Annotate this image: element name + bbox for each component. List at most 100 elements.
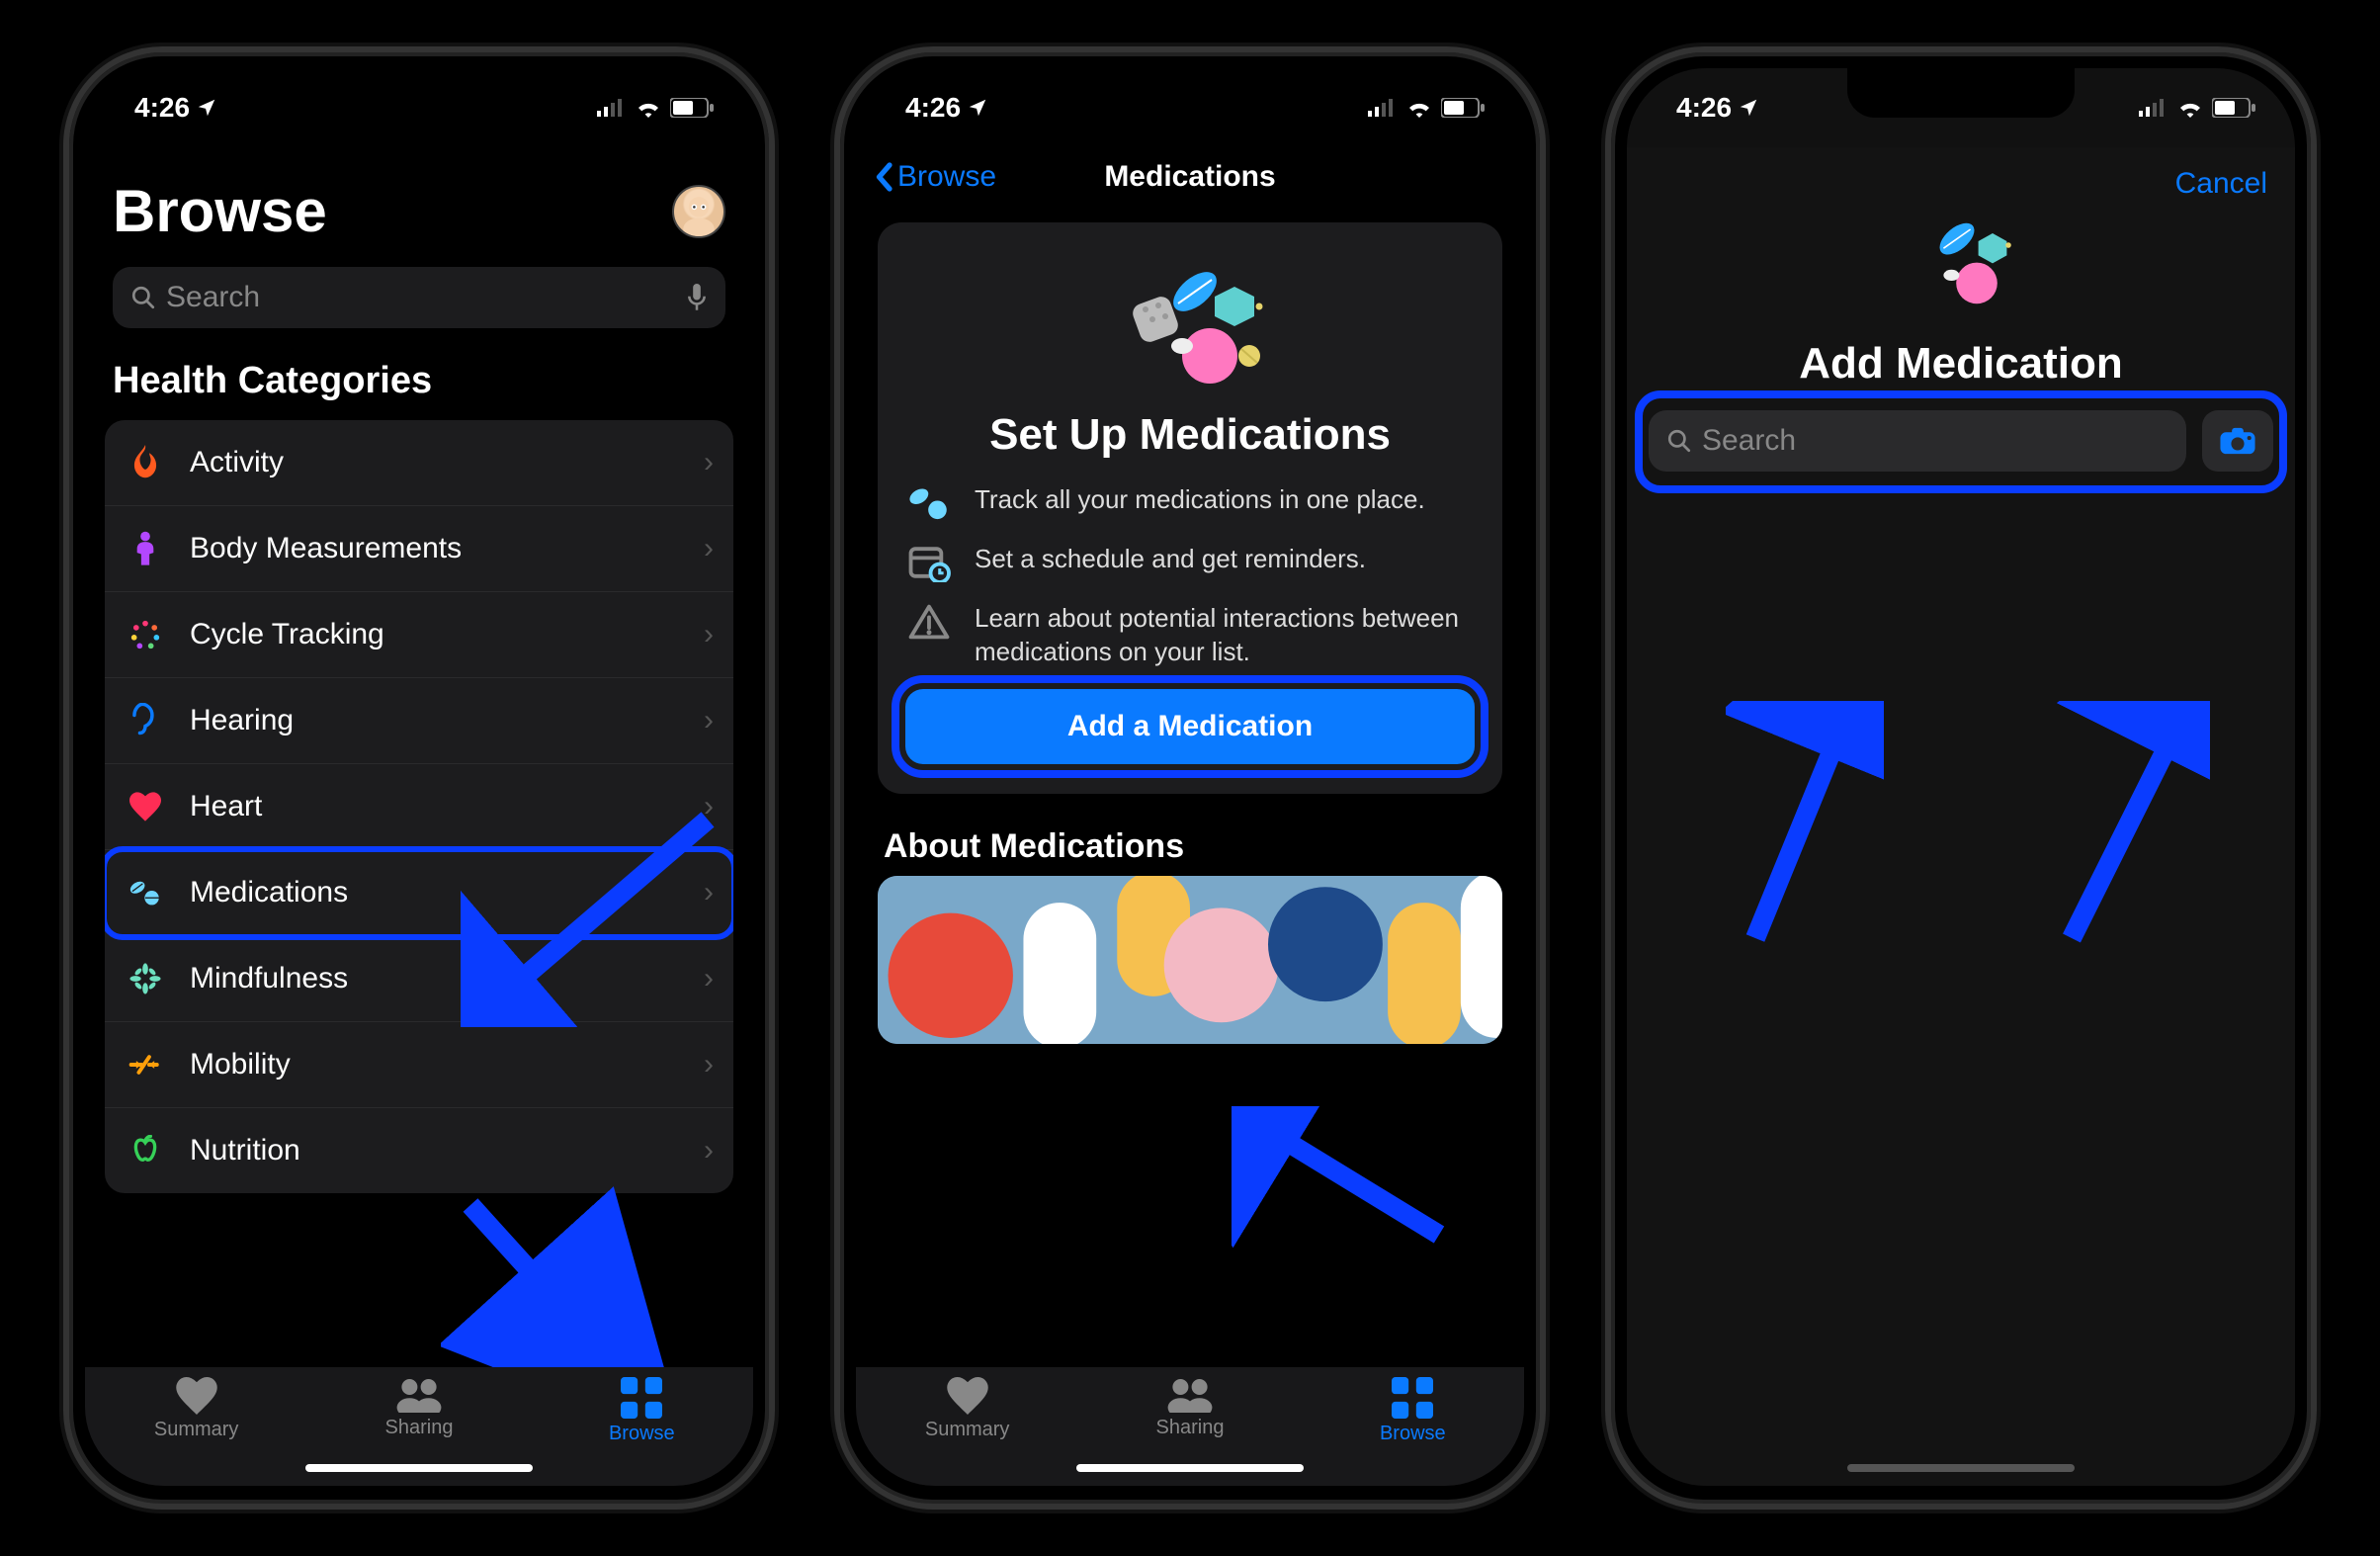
chevron-right-icon: › (704, 532, 714, 565)
battery-icon (2212, 98, 2255, 118)
annotation-arrow (2042, 701, 2210, 958)
wifi-icon (635, 98, 662, 118)
tab-browse[interactable]: Browse (597, 1377, 686, 1445)
warning-icon (905, 602, 953, 642)
wifi-icon (1405, 98, 1433, 118)
about-title: About Medications (856, 810, 1524, 876)
feature-schedule: Set a schedule and get reminders. (905, 543, 1475, 582)
row-mobility[interactable]: Mobility › (105, 1022, 733, 1108)
heart-fill-icon (176, 1377, 217, 1415)
ear-icon (125, 700, 166, 741)
location-icon (967, 97, 988, 119)
tab-label: Summary (925, 1419, 1010, 1441)
row-label: Mindfulness (190, 962, 348, 995)
annotation-arrow (1232, 1106, 1459, 1254)
pills-hero-icon (1627, 211, 2295, 319)
search-icon (1666, 428, 1692, 454)
wifi-icon (2176, 98, 2204, 118)
mobility-icon (125, 1044, 166, 1085)
home-indicator[interactable] (1076, 1464, 1304, 1472)
battery-icon (1441, 98, 1485, 118)
phone-1: 4:26 Browse Health Categories (63, 46, 775, 1510)
chevron-right-icon: › (704, 1048, 714, 1081)
about-illustration[interactable] (878, 876, 1502, 1044)
button-label: Add a Medication (1067, 710, 1313, 743)
phone-2: 4:26 Browse Medications (834, 46, 1546, 1510)
grid-icon (621, 1377, 662, 1419)
row-label: Hearing (190, 704, 294, 737)
add-medication-button[interactable]: Add a Medication (905, 689, 1475, 764)
row-body-measurements[interactable]: Body Measurements › (105, 506, 733, 592)
search-input[interactable] (166, 281, 676, 314)
row-heart[interactable]: Heart › (105, 764, 733, 850)
mic-icon[interactable] (686, 284, 708, 311)
card-title: Set Up Medications (905, 410, 1475, 460)
notch (1076, 68, 1304, 118)
calendar-clock-icon (905, 543, 953, 582)
row-label: Medications (190, 876, 348, 909)
row-label: Activity (190, 446, 284, 479)
tab-summary[interactable]: Summary (923, 1377, 1012, 1441)
camera-button[interactable] (2202, 410, 2273, 472)
heart-icon (125, 786, 166, 827)
profile-avatar[interactable] (672, 185, 725, 238)
search-icon (130, 285, 156, 310)
back-button[interactable]: Browse (874, 160, 996, 194)
row-hearing[interactable]: Hearing › (105, 678, 733, 764)
search-bar[interactable] (113, 267, 725, 328)
page-title: Browse (113, 177, 327, 245)
row-label: Nutrition (190, 1134, 300, 1167)
person-icon (125, 528, 166, 569)
tab-label: Browse (609, 1423, 675, 1445)
pills-icon (905, 483, 953, 523)
pills-hero-icon (905, 262, 1475, 390)
row-medications[interactable]: Medications › (105, 850, 733, 936)
chevron-right-icon: › (704, 962, 714, 995)
chevron-right-icon: › (704, 704, 714, 737)
location-icon (196, 97, 217, 119)
pills-icon (125, 872, 166, 913)
chevron-right-icon: › (704, 446, 714, 479)
tab-browse[interactable]: Browse (1368, 1377, 1457, 1445)
home-indicator[interactable] (1847, 1464, 2075, 1472)
status-time: 4:26 (1676, 92, 1732, 124)
row-cycle-tracking[interactable]: Cycle Tracking › (105, 592, 733, 678)
feature-text: Set a schedule and get reminders. (975, 543, 1366, 576)
row-mindfulness[interactable]: Mindfulness › (105, 936, 733, 1022)
annotation-arrow (1726, 701, 1884, 958)
section-health-categories: Health Categories (85, 340, 753, 412)
feature-interactions: Learn about potential interactions betwe… (905, 602, 1475, 669)
location-icon (1738, 97, 1759, 119)
tab-sharing[interactable]: Sharing (1146, 1377, 1234, 1439)
heart-fill-icon (947, 1377, 988, 1415)
row-label: Body Measurements (190, 532, 462, 565)
tab-summary[interactable]: Summary (152, 1377, 241, 1441)
add-medication-title: Add Medication (1627, 339, 2295, 389)
row-label: Mobility (190, 1048, 291, 1081)
signal-icon (597, 99, 627, 117)
back-label: Browse (897, 160, 996, 194)
row-activity[interactable]: Activity › (105, 420, 733, 506)
nav-title: Medications (1104, 160, 1275, 194)
cancel-button[interactable]: Cancel (2175, 167, 2267, 201)
row-nutrition[interactable]: Nutrition › (105, 1108, 733, 1193)
tab-sharing[interactable]: Sharing (375, 1377, 464, 1439)
notch (305, 68, 533, 118)
signal-icon (1368, 99, 1398, 117)
battery-icon (670, 98, 714, 118)
status-time: 4:26 (134, 92, 190, 124)
people-icon (1166, 1377, 1214, 1413)
chevron-right-icon: › (704, 1134, 714, 1167)
feature-text: Track all your medications in one place. (975, 483, 1425, 517)
signal-icon (2139, 99, 2168, 117)
medication-search-input[interactable] (1702, 424, 2168, 458)
chevron-right-icon: › (704, 790, 714, 823)
setup-card: Set Up Medications Track all your medica… (878, 222, 1502, 794)
notch (1847, 68, 2075, 118)
grid-icon (1392, 1377, 1433, 1419)
people-icon (395, 1377, 443, 1413)
status-time: 4:26 (905, 92, 961, 124)
chevron-right-icon: › (704, 876, 714, 909)
search-bar[interactable] (1649, 410, 2186, 472)
home-indicator[interactable] (305, 1464, 533, 1472)
